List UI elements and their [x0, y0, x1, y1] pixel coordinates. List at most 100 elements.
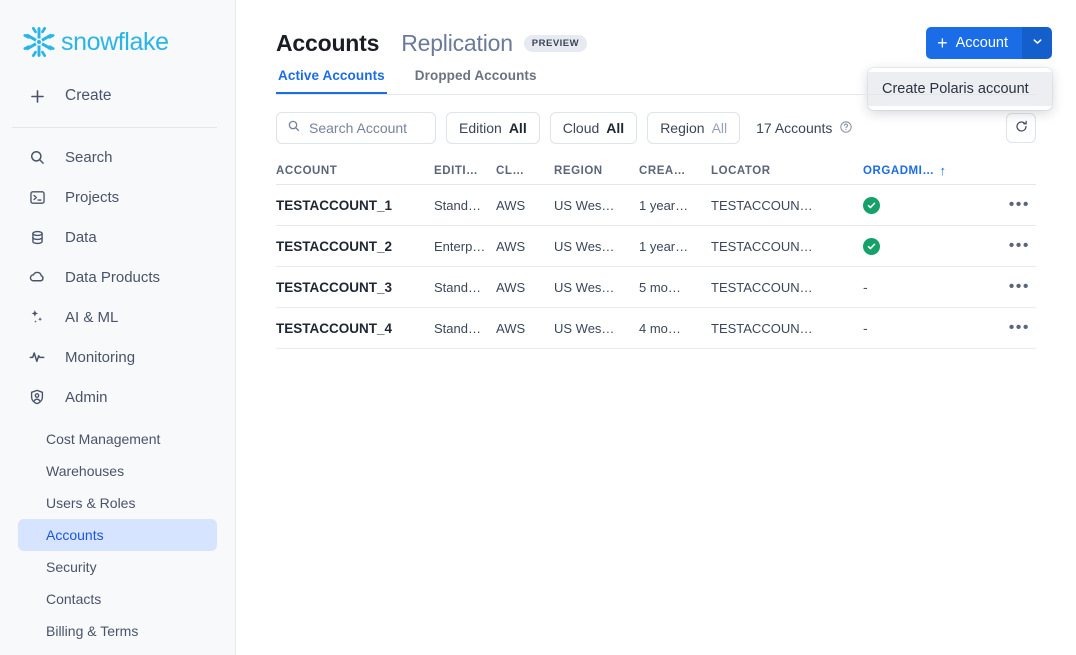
sidebar-subnav: Cost Management Warehouses Users & Roles… — [0, 423, 235, 647]
brand-name: snowflake — [61, 27, 169, 56]
create-account-label: Account — [955, 35, 1008, 51]
sidebar-item-users-roles[interactable]: Users & Roles — [18, 487, 217, 519]
cell-cloud: AWS — [496, 279, 526, 295]
sidebar-item-data[interactable]: Data — [0, 217, 235, 257]
cell-edition: Stand… — [434, 320, 481, 336]
sidebar-item-ai-ml[interactable]: AI & ML — [0, 297, 235, 337]
search-icon — [287, 119, 301, 138]
check-circle-icon — [863, 237, 880, 255]
sidebar-label: Data — [65, 228, 97, 246]
cell-orgadmin — [863, 196, 973, 214]
cell-account: TESTACCOUNT_3 — [276, 279, 393, 295]
check-circle-icon — [863, 196, 880, 214]
filter-chip-edition[interactable]: Edition All — [446, 112, 540, 144]
create-account-button[interactable]: + Account — [926, 27, 1022, 59]
subnav-label: Security — [46, 559, 97, 575]
chip-value: All — [508, 120, 527, 136]
sidebar-create-label: Create — [65, 87, 112, 104]
table-row[interactable]: TESTACCOUNT_2 Enterp… AWS US Wes… 1 year… — [276, 226, 1036, 267]
refresh-button[interactable] — [1006, 113, 1036, 143]
cell-cloud: AWS — [496, 197, 526, 213]
question-circle-icon[interactable] — [839, 120, 853, 137]
sidebar-label: Data Products — [65, 268, 161, 286]
search-icon — [27, 147, 47, 167]
column-header-edition[interactable]: EDITI… — [434, 165, 496, 177]
page-header: Accounts Replication PREVIEW + Account C… — [236, 0, 1076, 110]
cell-account: TESTACCOUNT_2 — [276, 238, 393, 254]
column-header-region[interactable]: REGION — [554, 165, 639, 177]
plus-icon — [27, 86, 47, 106]
cell-created: 1 year… — [639, 197, 689, 213]
cell-orgadmin — [863, 237, 973, 255]
replication-link[interactable]: Replication — [401, 30, 513, 57]
accounts-table: ACCOUNT EDITI… CL… REGION CREA… LOCATOR … — [276, 157, 1036, 349]
sidebar-item-data-products[interactable]: Data Products — [0, 257, 235, 297]
main-content: Accounts Replication PREVIEW + Account C… — [236, 0, 1076, 655]
cell-cloud: AWS — [496, 320, 526, 336]
chip-name: Edition — [459, 120, 502, 136]
more-horizontal-icon[interactable]: ••• — [1009, 279, 1030, 295]
sidebar-label: Projects — [65, 188, 120, 206]
column-header-created[interactable]: CREA… — [639, 165, 711, 177]
sidebar-nav: Search Projects Data Data Products AI & … — [0, 137, 235, 417]
filter-chip-region[interactable]: Region All — [647, 112, 741, 144]
sidebar-label: Admin — [65, 388, 108, 406]
cell-region: US Wes… — [554, 279, 615, 295]
sidebar: snowflake Create Search Projects Data Da… — [0, 0, 236, 655]
sidebar-label: Monitoring — [65, 348, 136, 366]
tab-dropped-accounts[interactable]: Dropped Accounts — [413, 68, 539, 95]
subnav-label: Cost Management — [46, 431, 161, 447]
tab-active-accounts[interactable]: Active Accounts — [276, 68, 387, 95]
more-horizontal-icon[interactable]: ••• — [1009, 197, 1030, 213]
column-header-locator[interactable]: LOCATOR — [711, 165, 863, 177]
cell-created: 4 mo… — [639, 320, 681, 336]
preview-badge: PREVIEW — [523, 34, 588, 52]
cell-orgadmin: - — [863, 320, 868, 336]
create-account-dropdown-toggle[interactable] — [1022, 27, 1052, 59]
chip-value: All — [606, 120, 625, 136]
sort-ascending-icon: ↑ — [939, 163, 947, 178]
column-header-orgadmin[interactable]: ORGADMI… ↑ — [863, 163, 973, 178]
table-row[interactable]: TESTACCOUNT_1 Stand… AWS US Wes… 1 year…… — [276, 185, 1036, 226]
search-input[interactable]: Search Account — [276, 112, 436, 144]
sidebar-item-projects[interactable]: Projects — [0, 177, 235, 217]
sidebar-item-cost-management[interactable]: Cost Management — [18, 423, 217, 455]
sidebar-item-warehouses[interactable]: Warehouses — [18, 455, 217, 487]
cell-edition: Enterp… — [434, 238, 486, 254]
cell-account: TESTACCOUNT_1 — [276, 197, 393, 213]
sidebar-item-create[interactable]: Create — [0, 76, 235, 116]
filter-chip-cloud[interactable]: Cloud All — [549, 112, 638, 144]
shield-user-icon — [27, 387, 47, 407]
page-title: Accounts — [276, 29, 380, 56]
terminal-icon — [27, 187, 47, 207]
subnav-label: Billing & Terms — [46, 623, 139, 639]
sidebar-item-contacts[interactable]: Contacts — [18, 583, 217, 615]
tabs-underline — [276, 94, 1036, 95]
cloud-icon — [27, 267, 47, 287]
database-icon — [27, 227, 47, 247]
sidebar-item-billing-terms[interactable]: Billing & Terms — [18, 615, 217, 647]
table-row[interactable]: TESTACCOUNT_3 Stand… AWS US Wes… 5 mo… T… — [276, 267, 1036, 308]
column-header-orgadmin-label: ORGADMI… — [863, 164, 935, 177]
cell-cloud: AWS — [496, 238, 526, 254]
cell-region: US Wes… — [554, 197, 615, 213]
sidebar-item-monitoring[interactable]: Monitoring — [0, 337, 235, 377]
sparkles-icon — [27, 307, 47, 327]
create-account-button-group: + Account Create Polaris account — [868, 27, 1052, 110]
sidebar-item-security[interactable]: Security — [18, 551, 217, 583]
tabs: Active Accounts Dropped Accounts — [236, 68, 1076, 95]
sidebar-item-search[interactable]: Search — [0, 137, 235, 177]
brand-logo[interactable]: snowflake — [0, 0, 235, 62]
column-header-cloud[interactable]: CL… — [496, 165, 554, 177]
cell-edition: Stand… — [434, 279, 481, 295]
sidebar-item-admin[interactable]: Admin — [0, 377, 235, 417]
column-header-account[interactable]: ACCOUNT — [276, 165, 434, 177]
sidebar-item-accounts[interactable]: Accounts — [18, 519, 217, 551]
accounts-count-label: 17 Accounts — [756, 120, 833, 136]
more-horizontal-icon[interactable]: ••• — [1009, 238, 1030, 254]
search-placeholder: Search Account — [309, 120, 408, 136]
more-horizontal-icon[interactable]: ••• — [1009, 320, 1030, 336]
table-row[interactable]: TESTACCOUNT_4 Stand… AWS US Wes… 4 mo… T… — [276, 308, 1036, 349]
refresh-icon — [1014, 119, 1029, 137]
subnav-label: Warehouses — [46, 463, 125, 479]
